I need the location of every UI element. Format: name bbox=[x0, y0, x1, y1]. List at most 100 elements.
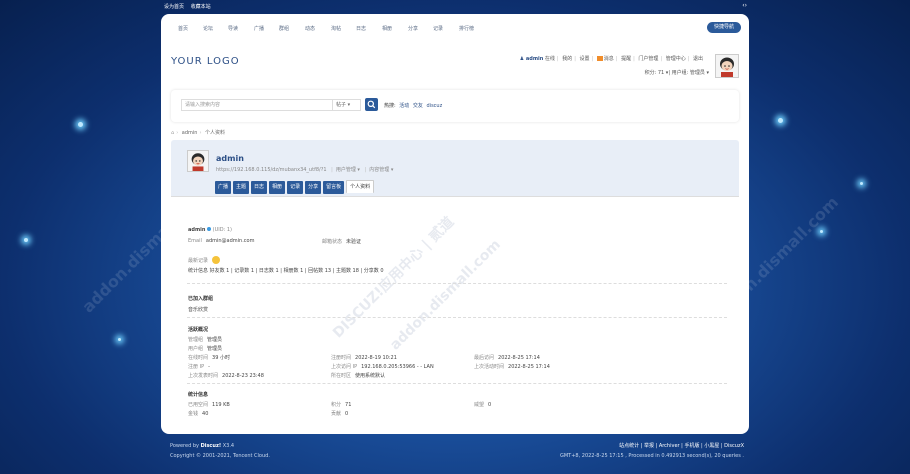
group-link[interactable]: 音乐欣赏 bbox=[188, 306, 208, 313]
breadcrumb: ⌂ › admin › 个人资料 bbox=[171, 130, 226, 136]
logout-link[interactable]: 退出 bbox=[693, 56, 703, 62]
hot-search-item[interactable]: 交友 bbox=[413, 103, 423, 109]
smiley-icon bbox=[212, 256, 221, 264]
nav-blog[interactable]: 日志 bbox=[356, 25, 366, 32]
email-row: Email admin@admin.com bbox=[188, 238, 255, 244]
nav-share[interactable]: 分享 bbox=[408, 25, 418, 32]
username-row: admin (UID: 1) bbox=[188, 227, 232, 233]
contrib-row: 贡献 0 bbox=[331, 411, 349, 417]
breadcrumb-current: 个人资料 bbox=[205, 130, 226, 136]
nav-feed[interactable]: 动态 bbox=[305, 25, 315, 32]
my-menu[interactable]: 我的 bbox=[562, 56, 572, 62]
last-post-row: 上次发表时间 2022-8-23 23:48 bbox=[188, 373, 264, 379]
bg-glow bbox=[118, 338, 121, 341]
avatar-icon bbox=[716, 55, 738, 77]
bg-glow bbox=[860, 182, 863, 185]
online-status: 在线 bbox=[544, 56, 555, 62]
activity-title: 活跃概况 bbox=[188, 327, 209, 333]
nav-broadcast[interactable]: 广播 bbox=[254, 25, 264, 32]
discuz-link[interactable]: Discuz! bbox=[201, 443, 222, 449]
home-icon[interactable]: ⌂ bbox=[171, 130, 174, 136]
main-card: 首页 论坛 导读 广播 群组 动态 淘帖 日志 相册 分享 记录 排行榜 快捷导… bbox=[161, 14, 749, 434]
site-topbar: 设为首页 收藏本站 ‹› bbox=[0, 0, 910, 12]
content-manage-menu[interactable]: 内容管理 bbox=[369, 167, 389, 173]
hot-search-item[interactable]: 活动 bbox=[399, 103, 409, 109]
mail-status-row: 邮箱状态 未验证 bbox=[322, 239, 362, 245]
bookmark-link[interactable]: 收藏本站 bbox=[191, 4, 211, 10]
quick-nav-button[interactable]: 快捷导航 bbox=[707, 22, 741, 33]
money-row: 金钱 40 bbox=[188, 411, 209, 417]
divider bbox=[187, 317, 727, 318]
breadcrumb-user[interactable]: admin bbox=[182, 130, 198, 136]
search-button[interactable] bbox=[365, 98, 378, 111]
user-group-row: 用户组 管理员 bbox=[188, 346, 223, 352]
nav-album[interactable]: 相册 bbox=[382, 25, 392, 32]
last-visit-row: 最后访问 2022-8-25 17:14 bbox=[474, 355, 540, 361]
nav-ranking[interactable]: 排行榜 bbox=[459, 25, 474, 32]
avatar-icon bbox=[188, 151, 208, 171]
usergroup-link[interactable]: 用户组: 管理员 bbox=[672, 70, 705, 76]
user-toolbar: ♟ admin 在线 | 我的 | 设置 | 消息 | 提醒 | 门户管理 | 管理中心 | … bbox=[519, 56, 703, 62]
nav-collection[interactable]: 淘帖 bbox=[331, 25, 341, 32]
tab-broadcast[interactable]: 广播 bbox=[215, 181, 232, 194]
avatar[interactable] bbox=[187, 150, 209, 172]
footer-left: Powered by Discuz! X3.4 Copyright © 2001… bbox=[170, 443, 270, 459]
last-ip-row: 上次访问 IP 192.168.0.205:53966 - - LAN bbox=[331, 364, 434, 370]
nav-guide[interactable]: 导读 bbox=[228, 25, 238, 32]
messages-link[interactable]: 消息 bbox=[604, 56, 614, 62]
mail-icon bbox=[596, 56, 603, 61]
search-type-select[interactable]: 帖子 ▾ bbox=[333, 99, 361, 111]
bg-glow bbox=[820, 230, 823, 233]
recent-record-row: 最新记录 bbox=[188, 256, 221, 264]
timezone-row: 所在时区 使用系统默认 bbox=[331, 373, 386, 379]
avatar[interactable] bbox=[715, 54, 739, 78]
user-manage-menu[interactable]: 用户管理 bbox=[336, 167, 356, 173]
nav-home[interactable]: 首页 bbox=[178, 25, 188, 32]
profile-tabs: 广播 主题 日志 相册 记录 分享 留言板 个人资料 bbox=[215, 180, 376, 194]
bg-glow bbox=[24, 238, 28, 242]
admin-center-link[interactable]: 管理中心 bbox=[666, 56, 686, 62]
verified-icon bbox=[207, 227, 212, 231]
hot-search-item[interactable]: discuz bbox=[427, 103, 443, 109]
stats-title: 统计信息 bbox=[188, 392, 209, 398]
reg-ip-row: 注册 IP - bbox=[188, 364, 210, 370]
search-panel: 请输入搜索内容 帖子 ▾ 热搜: 活动 交友 discuz bbox=[171, 90, 739, 122]
tab-profile[interactable]: 个人资料 bbox=[346, 180, 375, 193]
user-stats: 积分: 71 ▾| 用户组: 管理员 ▾ bbox=[644, 70, 709, 76]
last-active-row: 上次活动时间 2022-8-25 17:14 bbox=[474, 364, 550, 370]
main-nav: 首页 论坛 导读 广播 群组 动态 淘帖 日志 相册 分享 记录 排行榜 快捷导… bbox=[161, 14, 749, 42]
tab-record[interactable]: 记录 bbox=[287, 181, 304, 194]
processed-info: GMT+8, 2022-8-25 17:15 , Processed in 0.… bbox=[559, 453, 744, 459]
profile-content: DISCUZ!应用中心 | 贰道 addon.dismall.com admin… bbox=[171, 196, 739, 426]
settings-link[interactable]: 设置 bbox=[580, 56, 590, 62]
credits-link[interactable]: 积分: 71 bbox=[645, 70, 665, 76]
reminder-link[interactable]: 提醒 bbox=[621, 56, 631, 62]
divider bbox=[187, 383, 727, 384]
nav-groups[interactable]: 群组 bbox=[279, 25, 289, 32]
site-logo[interactable]: YOUR LOGO bbox=[171, 56, 240, 67]
tab-threads[interactable]: 主题 bbox=[233, 181, 250, 194]
portal-admin-link[interactable]: 门户管理 bbox=[638, 56, 658, 62]
search-input[interactable]: 请输入搜索内容 bbox=[181, 99, 333, 111]
username-link[interactable]: admin bbox=[526, 56, 543, 62]
profile-name[interactable]: admin bbox=[216, 154, 244, 163]
copyright: Copyright © 2001-2021, Tencent Cloud. bbox=[170, 453, 270, 459]
set-homepage-link[interactable]: 设为首页 bbox=[164, 4, 184, 10]
profile-header: admin https://192.168.0.115/dz/mubanx34_… bbox=[171, 140, 739, 196]
user-icon: ♟ bbox=[519, 56, 525, 62]
nav-forum[interactable]: 论坛 bbox=[203, 25, 213, 32]
footer-right: 站点统计 | 举报 | Archiver | 手机版 | 小黑屋 | Discu… bbox=[560, 441, 744, 461]
stats-row: 统计信息 好友数 1 | 记录数 1 | 日志数 1 | 相册数 1 | 回帖数… bbox=[188, 268, 384, 274]
tab-blog[interactable]: 日志 bbox=[251, 181, 268, 194]
tab-guestbook[interactable]: 留言板 bbox=[323, 181, 345, 194]
bg-glow bbox=[78, 122, 83, 127]
hot-searches: 热搜: 活动 交友 discuz bbox=[384, 103, 443, 109]
nav-record[interactable]: 记录 bbox=[433, 25, 443, 32]
watermark: DISCUZ!应用中心 | 贰道 bbox=[330, 214, 458, 342]
footer-links[interactable]: 站点统计 | 举报 | Archiver | 手机版 | 小黑屋 | Discu… bbox=[560, 441, 744, 451]
prestige-row: 威望 0 bbox=[474, 402, 492, 408]
toggle-width-icon[interactable]: ‹› bbox=[742, 2, 747, 9]
tab-share[interactable]: 分享 bbox=[305, 181, 322, 194]
tab-album[interactable]: 相册 bbox=[269, 181, 286, 194]
bg-glow bbox=[778, 118, 783, 123]
